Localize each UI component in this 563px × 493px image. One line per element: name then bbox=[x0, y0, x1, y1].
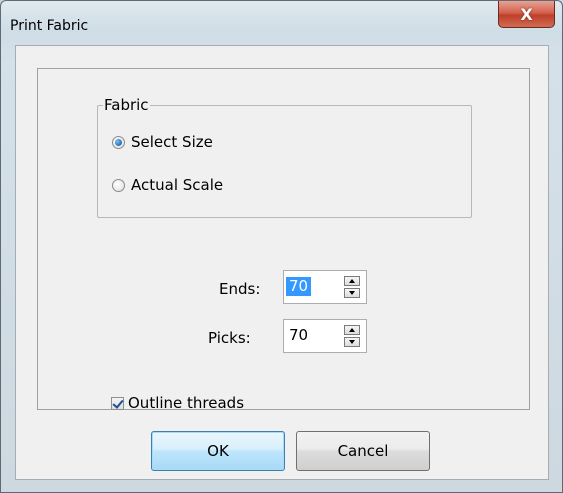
actual-scale-radio[interactable] bbox=[112, 178, 125, 192]
fabric-groupbox: Fabric Select Size Actual Scale bbox=[97, 96, 472, 218]
title-bar[interactable]: Print Fabric X bbox=[1, 1, 562, 45]
ends-decrement-icon[interactable] bbox=[344, 288, 360, 298]
actual-scale-label: Actual Scale bbox=[131, 176, 224, 194]
options-panel: Fabric Select Size Actual Scale Ends: 70 bbox=[37, 68, 530, 412]
window-title: Print Fabric bbox=[10, 18, 89, 34]
actual-scale-option[interactable]: Actual Scale bbox=[112, 176, 223, 194]
select-size-radio[interactable] bbox=[112, 135, 125, 149]
ends-spin-buttons bbox=[344, 276, 360, 298]
picks-increment-icon[interactable] bbox=[344, 325, 360, 335]
outline-threads-label: Outline threads bbox=[128, 394, 245, 412]
select-size-option[interactable]: Select Size bbox=[112, 133, 213, 151]
close-button[interactable]: X bbox=[498, 1, 555, 28]
outline-threads-checkbox[interactable] bbox=[111, 396, 124, 410]
ends-label: Ends: bbox=[219, 280, 261, 298]
picks-value[interactable]: 70 bbox=[286, 326, 311, 345]
dialog-client-area: Fabric Select Size Actual Scale Ends: 70 bbox=[15, 45, 549, 480]
fabric-group-label: Fabric bbox=[103, 96, 150, 114]
cancel-button[interactable]: Cancel bbox=[296, 431, 430, 471]
picks-label: Picks: bbox=[208, 329, 251, 347]
print-fabric-dialog: Print Fabric X Fabric Select Size Actual… bbox=[0, 0, 563, 493]
ends-value[interactable]: 70 bbox=[286, 277, 312, 296]
outline-threads-option[interactable]: Outline threads bbox=[111, 394, 244, 412]
picks-decrement-icon[interactable] bbox=[344, 337, 360, 347]
picks-stepper[interactable]: 70 bbox=[283, 319, 367, 353]
ok-button[interactable]: OK bbox=[151, 431, 285, 471]
ends-stepper[interactable]: 70 bbox=[283, 270, 367, 304]
picks-spin-buttons bbox=[344, 325, 360, 347]
close-icon: X bbox=[520, 4, 533, 24]
select-size-label: Select Size bbox=[131, 133, 213, 151]
ends-increment-icon[interactable] bbox=[344, 276, 360, 286]
